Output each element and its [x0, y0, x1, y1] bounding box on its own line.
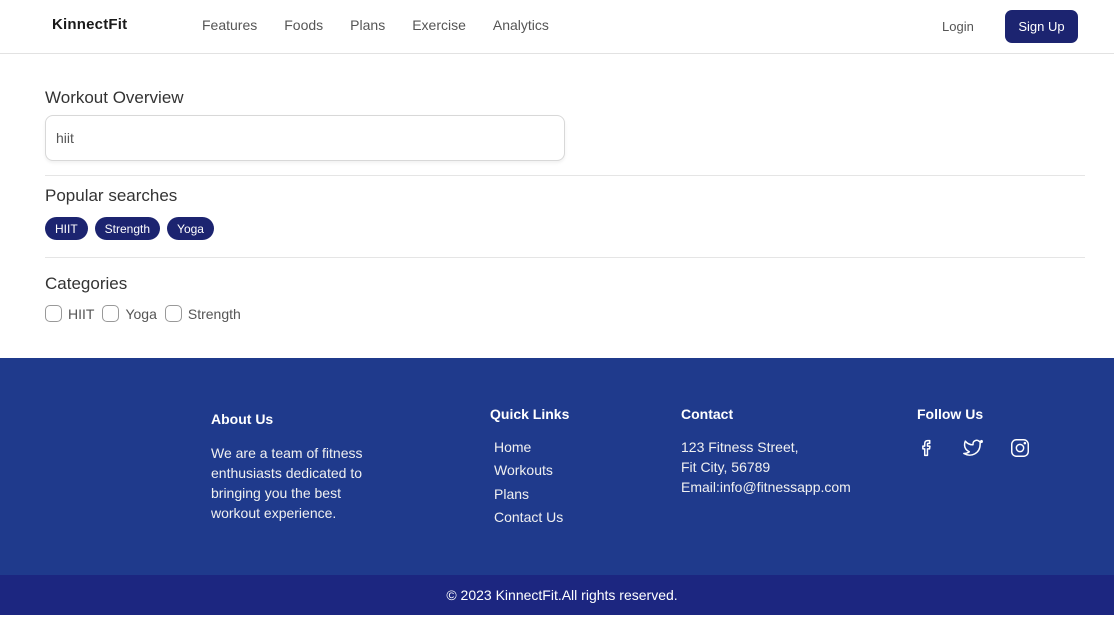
category-yoga-checkbox[interactable] — [102, 305, 120, 322]
footer-link-home[interactable]: Home — [494, 439, 531, 455]
divider — [45, 257, 1085, 258]
category-strength-label: Strength — [187, 305, 241, 322]
contact-email: Email:info@fitnessapp.com — [681, 479, 851, 495]
category-filters: HIIT Yoga Strength — [45, 305, 249, 322]
follow-us-title: Follow Us — [917, 406, 984, 422]
popular-search-chips: HIIT Strength Yoga — [45, 217, 214, 240]
brand-logo[interactable]: KinnectFit — [52, 16, 127, 33]
twitter-icon[interactable] — [962, 437, 984, 459]
category-hiit-label: HIIT — [68, 305, 95, 322]
footer-link-contact-us[interactable]: Contact Us — [494, 509, 563, 525]
divider — [45, 175, 1085, 176]
category-yoga[interactable]: Yoga — [102, 305, 157, 322]
nav-link-foods[interactable]: Foods — [284, 17, 323, 33]
popular-searches-title: Popular searches — [45, 186, 178, 205]
category-hiit[interactable]: HIIT — [45, 305, 94, 322]
footer-link-workouts[interactable]: Workouts — [494, 462, 553, 478]
chip-hiit[interactable]: HIIT — [45, 217, 88, 240]
nav-link-plans[interactable]: Plans — [350, 17, 385, 33]
category-hiit-checkbox[interactable] — [45, 305, 62, 322]
nav-links: Features Foods Plans Exercise Analytics — [202, 17, 549, 33]
nav-link-analytics[interactable]: Analytics — [493, 17, 549, 33]
footer: About Us We are a team of fitness enthus… — [0, 358, 1114, 575]
contact-title: Contact — [681, 406, 734, 422]
categories-title: Categories — [45, 274, 128, 293]
nav-link-features[interactable]: Features — [202, 17, 257, 33]
workout-search-input[interactable] — [45, 115, 565, 161]
workout-overview-title: Workout Overview — [45, 88, 184, 107]
chip-strength[interactable]: Strength — [94, 217, 161, 240]
category-strength[interactable]: Strength — [164, 305, 241, 322]
instagram-icon[interactable] — [1009, 437, 1031, 459]
sign-up-button[interactable]: Sign Up — [1005, 10, 1078, 43]
facebook-icon[interactable] — [916, 437, 938, 459]
copyright-text: © 2023 KinnectFit.All rights reserved. — [446, 587, 678, 603]
nav-link-exercise[interactable]: Exercise — [412, 17, 466, 33]
chip-yoga[interactable]: Yoga — [167, 217, 214, 240]
about-us-text: We are a team of fitness enthusiasts ded… — [211, 445, 363, 521]
contact-address-line1: 123 Fitness Street, — [681, 439, 799, 455]
login-link[interactable]: Login — [942, 19, 974, 34]
copyright-bar: © 2023 KinnectFit.All rights reserved. — [0, 575, 1114, 615]
about-us-title: About Us — [211, 411, 274, 427]
category-strength-checkbox[interactable] — [164, 305, 182, 322]
quick-links-title: Quick Links — [490, 406, 570, 422]
navbar: KinnectFit Features Foods Plans Exercise… — [0, 0, 1114, 54]
category-yoga-label: Yoga — [125, 305, 157, 322]
contact-address-line2: Fit City, 56789 — [681, 459, 771, 475]
footer-link-plans[interactable]: Plans — [494, 486, 529, 502]
